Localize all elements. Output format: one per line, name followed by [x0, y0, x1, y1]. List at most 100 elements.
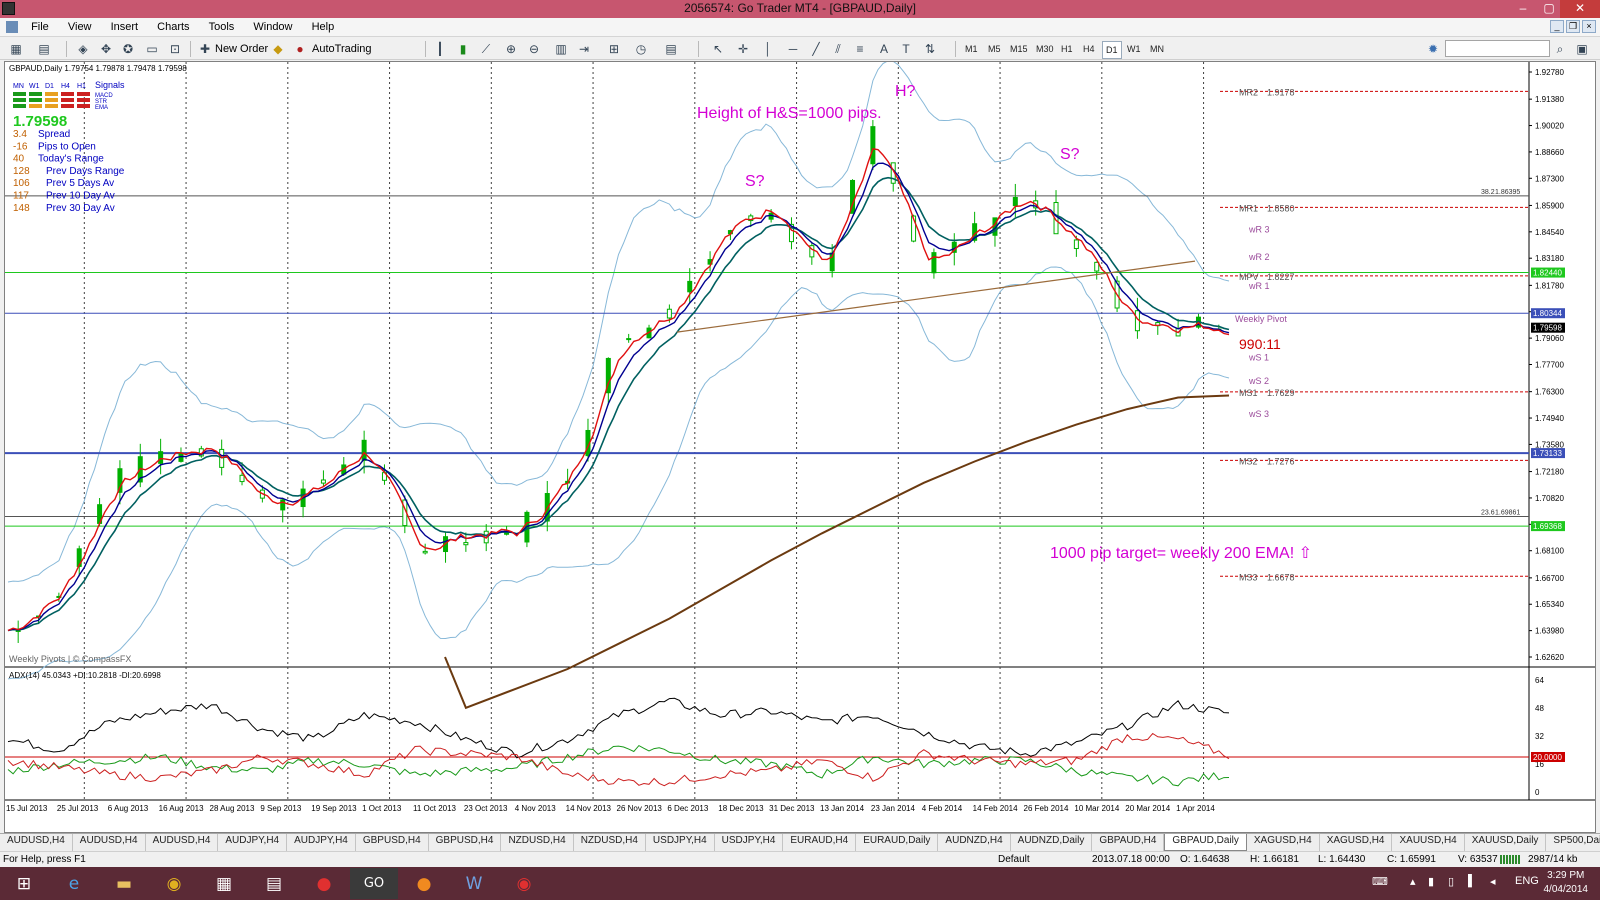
status-profile[interactable]: Default — [998, 854, 1030, 865]
chart-tab[interactable]: EURAUD,H4 — [783, 834, 857, 851]
clock[interactable]: 3:29 PM 4/04/2014 — [1544, 869, 1589, 897]
chart-window[interactable]: GBPAUD,Daily 1.79754 1.79878 1.79478 1.7… — [4, 60, 1596, 833]
menu-view[interactable]: View — [60, 18, 100, 36]
new-chart-icon[interactable]: ▦ — [8, 41, 24, 57]
orange-app-taskbar-icon[interactable]: ● — [400, 868, 448, 899]
zoom-in-icon[interactable]: ⊕ — [503, 41, 519, 57]
timeframe-m5[interactable]: M5 — [985, 41, 1004, 57]
search-input[interactable] — [1445, 40, 1550, 57]
navigator-icon[interactable]: ✪ — [120, 41, 136, 57]
horizontal-line-icon[interactable]: ─ — [785, 41, 801, 57]
chart-tab[interactable]: AUDUSD,H4 — [0, 834, 73, 851]
profiles-icon[interactable]: ▤ — [36, 41, 52, 57]
timeframe-w1[interactable]: W1 — [1124, 41, 1144, 57]
strategy-tester-icon[interactable]: ⊡ — [167, 41, 183, 57]
new-order-icon[interactable]: ✚ — [197, 41, 213, 57]
menu-tools[interactable]: Tools — [201, 18, 243, 36]
chart-tab[interactable]: USDJPY,H4 — [715, 834, 784, 851]
fibonacci-icon[interactable]: ≡ — [852, 41, 868, 57]
timeframe-h1[interactable]: H1 — [1058, 41, 1076, 57]
chart-tab[interactable]: XAUUSD,Daily — [1465, 834, 1547, 851]
search-icon[interactable]: ⌕ — [1552, 41, 1568, 57]
chart-tab[interactable]: AUDUSD,H4 — [73, 834, 146, 851]
chart-tab[interactable]: EURAUD,Daily — [856, 834, 939, 851]
language-indicator[interactable]: ENG — [1515, 875, 1539, 887]
cursor-icon[interactable]: ↖ — [710, 41, 726, 57]
chart-tab[interactable]: GBPUSD,H4 — [429, 834, 502, 851]
bar-chart-icon[interactable]: ┃ — [432, 41, 448, 57]
chart-tab[interactable]: XAUUSD,H4 — [1392, 834, 1465, 851]
chart-tab[interactable]: XAGUSD,H4 — [1247, 834, 1320, 851]
keyboard-icon[interactable]: ⌨ — [1372, 875, 1388, 888]
chart-tab[interactable]: NZDUSD,H4 — [501, 834, 574, 851]
market-watch-icon[interactable]: ◈ — [75, 41, 91, 57]
templates-icon[interactable]: ▤ — [663, 41, 679, 57]
settings-gear-icon[interactable]: ✹ — [1425, 41, 1441, 57]
chart-tab[interactable]: SP500,Daily — [1546, 834, 1600, 851]
ie-taskbar-icon[interactable]: e — [50, 868, 98, 899]
autotrading-icon[interactable]: ● — [292, 41, 308, 57]
timeframe-mn[interactable]: MN — [1147, 41, 1167, 57]
menu-charts[interactable]: Charts — [149, 18, 197, 36]
menu-file[interactable]: File — [23, 18, 57, 36]
text-icon[interactable]: A — [876, 41, 892, 57]
chrome-taskbar-icon[interactable]: ◉ — [150, 868, 198, 899]
chart-tab[interactable]: USDJPY,H4 — [646, 834, 715, 851]
text-label-icon[interactable]: T — [898, 41, 914, 57]
mdi-close-icon[interactable]: × — [1582, 20, 1596, 33]
sticky-taskbar-icon[interactable]: ▤ — [250, 868, 298, 899]
start-button[interactable]: ⊞ — [0, 868, 48, 899]
zoom-out-icon[interactable]: ⊖ — [526, 41, 542, 57]
menu-window[interactable]: Window — [245, 18, 300, 36]
tray-arrow-icon[interactable]: ▴ — [1410, 875, 1416, 888]
expert-icon[interactable]: ◆ — [270, 41, 286, 57]
maximize-button[interactable]: ▢ — [1536, 0, 1562, 18]
data-window-icon[interactable]: ✥ — [98, 41, 114, 57]
account-icon[interactable]: ▣ — [1574, 41, 1590, 57]
chart-tab[interactable]: AUDJPY,H4 — [287, 834, 356, 851]
indicators-icon[interactable]: ⊞ — [606, 41, 622, 57]
timeframe-m30[interactable]: M30 — [1033, 41, 1057, 57]
candlestick-icon[interactable]: ▮ — [455, 41, 471, 57]
chart-tab[interactable]: GBPUSD,H4 — [356, 834, 429, 851]
timeframe-m15[interactable]: M15 — [1007, 41, 1031, 57]
app-taskbar-icon[interactable]: ● — [300, 868, 348, 899]
red-app-taskbar-icon[interactable]: ◉ — [500, 868, 548, 899]
menu-help[interactable]: Help — [304, 18, 343, 36]
mdi-restore-icon[interactable]: ❐ — [1566, 20, 1580, 33]
timeframe-m1[interactable]: M1 — [962, 41, 981, 57]
trendline-icon[interactable]: ╱ — [808, 41, 824, 57]
network-icon[interactable]: ▮ — [1428, 875, 1434, 888]
arrows-icon[interactable]: ⇅ — [922, 41, 938, 57]
channel-icon[interactable]: ⫽ — [830, 41, 846, 57]
close-button[interactable]: ✕ — [1560, 0, 1600, 18]
vertical-line-icon[interactable]: │ — [760, 41, 776, 57]
price-chart[interactable]: GBPAUD,Daily 1.79754 1.79878 1.79478 1.7… — [5, 60, 1595, 832]
crosshair-icon[interactable]: ✛ — [735, 41, 751, 57]
explorer-taskbar-icon[interactable]: ▬ — [100, 868, 148, 899]
chart-tab[interactable]: AUDNZD,Daily — [1011, 834, 1093, 851]
minimize-button[interactable]: – — [1510, 0, 1536, 18]
autoscroll-icon[interactable]: ⇥ — [576, 41, 592, 57]
chart-tab[interactable]: GBPAUD,H4 — [1092, 834, 1165, 851]
chart-tab[interactable]: NZDUSD,H4 — [574, 834, 646, 851]
chart-tab[interactable]: AUDNZD,H4 — [938, 834, 1011, 851]
volume-icon[interactable]: ◂ — [1490, 875, 1496, 888]
tile-icon[interactable]: ▥ — [553, 41, 569, 57]
battery-icon[interactable]: ▯ — [1448, 875, 1454, 888]
chart-tab[interactable]: AUDUSD,H4 — [146, 834, 219, 851]
terminal-icon[interactable]: ▭ — [144, 41, 160, 57]
chart-tab[interactable]: XAGUSD,H4 — [1320, 834, 1393, 851]
word-taskbar-icon[interactable]: W — [450, 868, 498, 899]
timeframe-h4[interactable]: H4 — [1080, 41, 1098, 57]
signal-icon[interactable]: ▌ — [1468, 875, 1476, 887]
timeframe-d1[interactable]: D1 — [1102, 41, 1122, 59]
mt4-taskbar-icon[interactable]: GO — [350, 868, 398, 899]
periods-icon[interactable]: ◷ — [633, 41, 649, 57]
chart-tab[interactable]: GBPAUD,Daily — [1164, 834, 1247, 851]
calculator-taskbar-icon[interactable]: ▦ — [200, 868, 248, 899]
mdi-minimize-icon[interactable]: _ — [1550, 20, 1564, 33]
document-icon[interactable] — [6, 21, 18, 33]
line-chart-icon[interactable]: ⟋ — [478, 41, 494, 57]
menu-insert[interactable]: Insert — [103, 18, 147, 36]
